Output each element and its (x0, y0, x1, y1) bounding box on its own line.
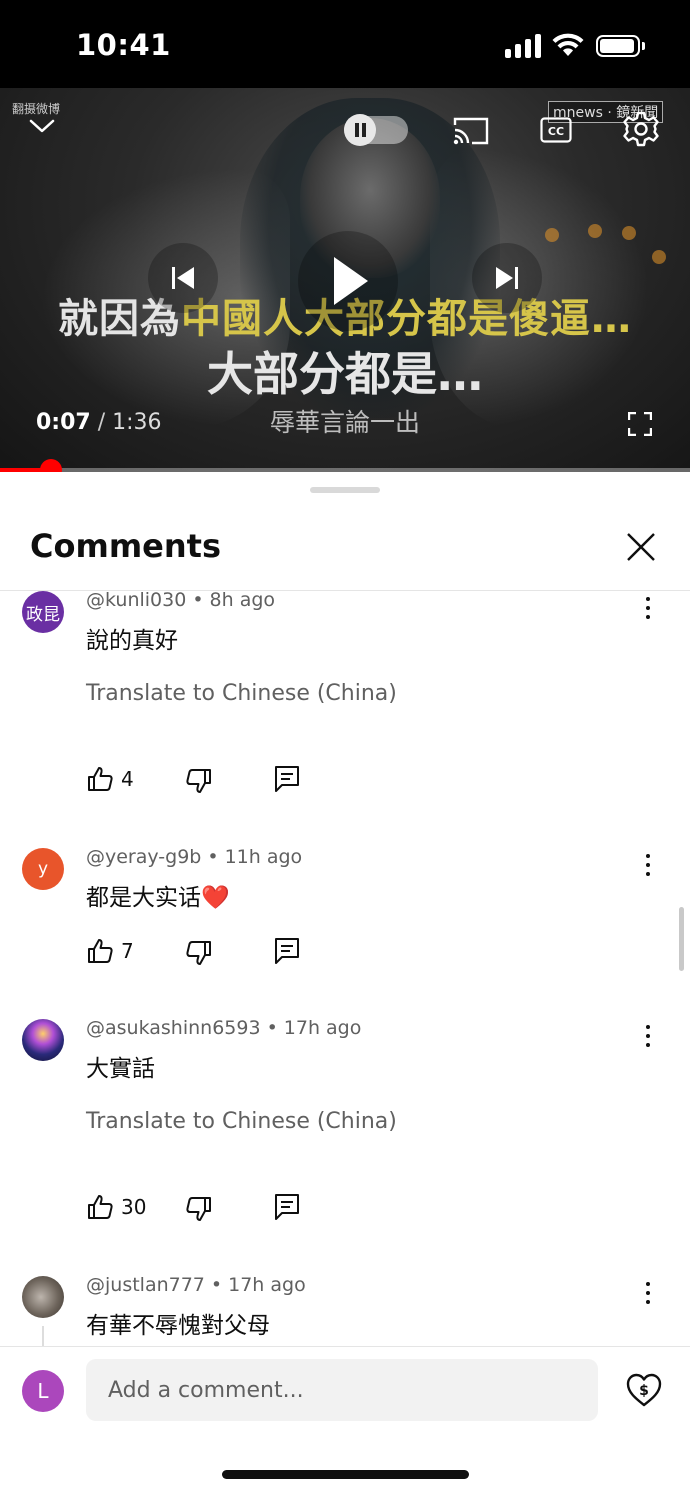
video-player[interactable]: 翻摄微博 mnews · 鏡新聞 就因為中國人大部分都是傻逼… 大部分都是… 辱… (0, 88, 690, 472)
super-thanks-icon[interactable]: $ (625, 1371, 663, 1409)
reply-thread-line (42, 1326, 44, 1346)
svg-text:$: $ (639, 1383, 649, 1399)
time-separator: / (90, 410, 113, 435)
video-time-display: 0:07 / 1:36 (36, 410, 162, 435)
user-avatar[interactable]: L (22, 1370, 64, 1412)
comment-text: 說的真好 (86, 628, 178, 654)
comment-time: 8h ago (209, 591, 276, 611)
reply-icon[interactable] (274, 765, 300, 793)
more-options-icon[interactable] (636, 595, 660, 625)
close-icon[interactable] (624, 530, 658, 564)
comment-meta: @yeray-g9b • 11h ago (86, 846, 303, 868)
total-duration: 1:36 (112, 410, 162, 435)
video-frame-bokeh (545, 228, 559, 242)
sheet-drag-handle[interactable] (310, 487, 380, 493)
comment-actions: 30 (86, 1193, 326, 1223)
comments-sheet: Comments 政昆 @kunli030 • 8h ago 說的真好 Transl… (0, 472, 690, 1493)
comment-text: 大實話 (86, 1056, 155, 1082)
comment-time: 17h ago (228, 1274, 306, 1296)
subtitle-highlight-segment: 中國人大部分都是傻逼… (181, 296, 632, 342)
avatar[interactable]: 政昆 (22, 591, 64, 633)
comment-text: 都是大实话❤️ (86, 885, 230, 911)
like-count: 30 (121, 1195, 147, 1219)
translate-link[interactable]: Translate to Chinese (China) (86, 681, 397, 706)
current-time: 0:07 (36, 410, 91, 435)
comment-item: y @yeray-g9b • 11h ago 都是大实话❤️ 7 (0, 846, 690, 1019)
scrubber-handle[interactable] (40, 459, 63, 472)
comment-author[interactable]: @justlan777 (86, 1274, 205, 1296)
chevron-down-icon[interactable] (28, 116, 56, 136)
pause-icon (344, 114, 376, 146)
autoplay-toggle[interactable] (344, 114, 408, 146)
home-indicator (222, 1470, 469, 1479)
reply-icon[interactable] (274, 937, 300, 965)
closed-captions-icon[interactable]: CC (540, 116, 572, 144)
comment-author[interactable]: @asukashinn6593 (86, 1017, 261, 1039)
thumbs-down-icon[interactable] (185, 767, 213, 795)
video-frame-bokeh (622, 226, 636, 240)
add-comment-input[interactable] (86, 1359, 598, 1421)
comment-author[interactable]: @yeray-g9b (86, 846, 201, 868)
comment-actions: 7 (86, 937, 326, 967)
translate-link[interactable]: Translate to Chinese (China) (86, 1109, 397, 1134)
status-time: 10:41 (76, 28, 171, 62)
like-count: 7 (121, 939, 134, 963)
avatar[interactable] (22, 1019, 64, 1061)
comment-composer: L $ (0, 1346, 690, 1493)
comments-title: Comments (30, 527, 221, 565)
scrollbar[interactable] (679, 907, 684, 971)
play-icon (334, 257, 368, 305)
battery-icon (596, 35, 645, 57)
skip-previous-icon (172, 267, 194, 289)
play-button[interactable] (298, 231, 398, 331)
comment-text: 有華不辱愧對父母 (86, 1313, 270, 1339)
comment-item: 政昆 @kunli030 • 8h ago 說的真好 Translate to Ch… (0, 591, 690, 848)
comment-item: @asukashinn6593 • 17h ago 大實話 Translate to… (0, 1017, 690, 1276)
thumbs-up-icon[interactable] (86, 937, 114, 965)
reply-icon[interactable] (274, 1193, 300, 1221)
avatar[interactable]: y (22, 848, 64, 890)
like-count: 4 (121, 767, 134, 791)
settings-gear-icon[interactable] (622, 110, 660, 148)
thumbs-down-icon[interactable] (185, 1195, 213, 1223)
comment-author[interactable]: @kunli030 (86, 591, 186, 611)
more-options-icon[interactable] (636, 1280, 660, 1310)
cellular-signal-icon (505, 34, 541, 58)
more-options-icon[interactable] (636, 1023, 660, 1053)
more-options-icon[interactable] (636, 852, 660, 882)
avatar[interactable] (22, 1276, 64, 1318)
comment-meta: @justlan777 • 17h ago (86, 1274, 306, 1296)
cast-icon[interactable] (452, 116, 490, 146)
comment-time: 11h ago (224, 846, 303, 868)
comment-time: 17h ago (283, 1017, 362, 1039)
next-video-button[interactable] (472, 243, 542, 313)
fullscreen-icon[interactable] (628, 412, 652, 436)
video-frame-bokeh (652, 250, 666, 264)
previous-video-button[interactable] (148, 243, 218, 313)
video-subtitle-line-2: 大部分都是… (207, 347, 483, 401)
weibo-watermark: 翻摄微博 (12, 102, 61, 116)
comment-actions: 4 (86, 765, 326, 795)
comment-meta: @asukashinn6593 • 17h ago (86, 1017, 362, 1039)
comment-item: @justlan777 • 17h ago 有華不辱愧對父母 (0, 1274, 690, 1346)
thumbs-up-icon[interactable] (86, 765, 114, 793)
thumbs-down-icon[interactable] (185, 939, 213, 967)
thumbs-up-icon[interactable] (86, 1193, 114, 1221)
comments-list[interactable]: 政昆 @kunli030 • 8h ago 說的真好 Translate to Ch… (0, 591, 690, 1346)
wifi-icon (552, 33, 584, 56)
comment-meta: @kunli030 • 8h ago (86, 591, 276, 611)
video-frame-bokeh (588, 224, 602, 238)
svg-text:CC: CC (548, 125, 564, 138)
skip-next-icon (496, 267, 518, 289)
status-bar: 10:41 (0, 0, 690, 88)
